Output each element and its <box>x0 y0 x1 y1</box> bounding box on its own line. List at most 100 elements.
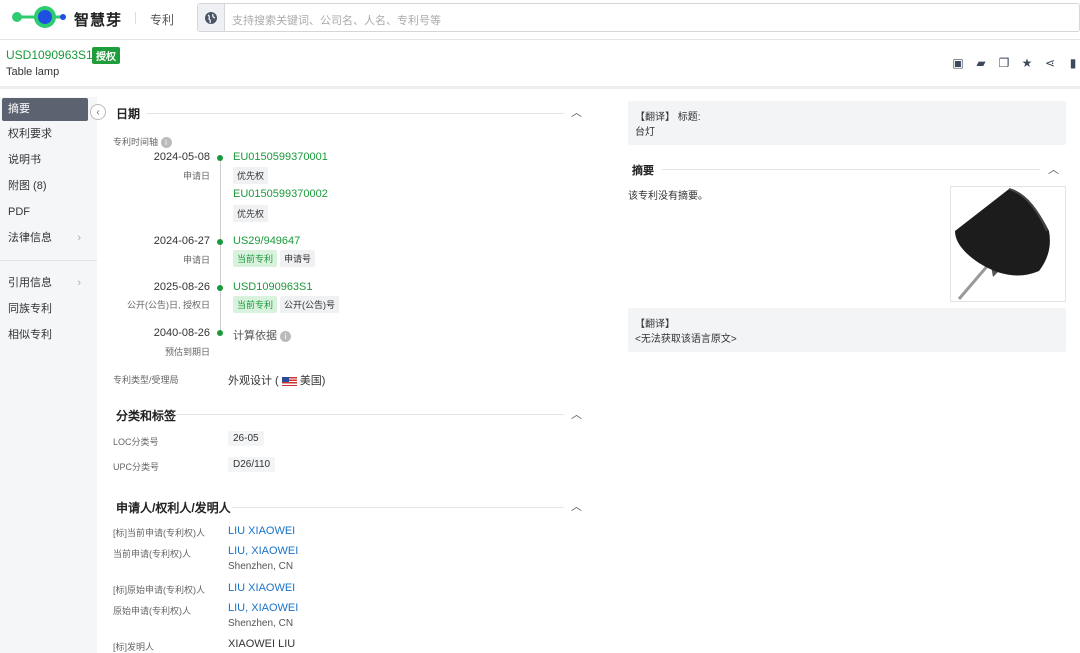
type-label: 专利类型/受理局 <box>113 375 179 385</box>
loc-label: LOC分类号 <box>113 437 159 447</box>
pdf-download-icon[interactable]: ▣ <box>951 56 965 70</box>
tag: 优先权 <box>233 167 269 184</box>
patent-link[interactable]: US29/949647 <box>233 235 300 247</box>
party-label: 原始申请(专利权)人 <box>113 606 191 616</box>
divider <box>0 260 97 261</box>
sidebar-item-drawings[interactable]: 附图 (8) <box>0 173 97 199</box>
party-label: [标]发明人 <box>113 642 155 652</box>
calc-basis: 计算依据 i <box>233 327 292 343</box>
timeline-dot <box>217 155 223 161</box>
timeline-dot <box>217 330 223 336</box>
tag: 申请号 <box>280 250 316 267</box>
party-location: Shenzhen, CN <box>228 618 294 629</box>
translated-title: 台灯 <box>635 127 655 138</box>
more-icon[interactable]: ▮ <box>1066 56 1080 70</box>
sidebar: 摘要 权利要求 说明书 附图 (8) PDF 法律信息 › 引用信息 › 同族专利 … <box>0 97 97 653</box>
chevron-up-icon[interactable]: ︿ <box>1048 161 1059 177</box>
party-label: [标]原始申请(专利权)人 <box>113 585 205 595</box>
translation-box: 【翻译】 <无法获取该语言原文> <box>628 308 1066 352</box>
patent-id: USD1090963S1 <box>6 48 93 62</box>
brand-name[interactable]: 智慧芽 <box>74 9 122 30</box>
patent-link[interactable]: EU0150599370001 <box>233 151 328 163</box>
label: 专利时间轴 <box>113 137 159 147</box>
timeline-dot <box>217 239 223 245</box>
us-flag-icon <box>281 376 297 386</box>
search-input[interactable]: 支持搜索关键词、公司名、人名、专利号等 <box>232 12 441 28</box>
search-box[interactable]: 支持搜索关键词、公司名、人名、专利号等 <box>197 3 1080 32</box>
party-link[interactable]: LIU XIAOWEI <box>228 582 295 594</box>
timeline-label: 专利时间轴 i <box>113 135 172 149</box>
star-icon[interactable]: ★ <box>1020 56 1034 70</box>
sidebar-item-legal[interactable]: 法律信息 › <box>0 225 97 251</box>
party-link[interactable]: LIU, XIAOWEI <box>228 545 298 557</box>
top-bar: 智慧芽 专利 支持搜索关键词、公司名、人名、专利号等 <box>0 0 1080 40</box>
party-link[interactable]: LIU, XIAOWEI <box>228 602 298 614</box>
party-label: [标]当前申请(专利权)人 <box>113 528 205 538</box>
event-date: 2025-08-26 <box>153 281 210 293</box>
collapse-sidebar-button[interactable]: ‹ <box>90 104 106 120</box>
sidebar-item-family[interactable]: 同族专利 <box>0 296 97 322</box>
party-label: 当前申请(专利权)人 <box>113 549 191 559</box>
label: 美国) <box>299 375 326 387</box>
tag-current: 当前专利 <box>233 250 278 267</box>
translation-text: <无法获取该语言原文> <box>635 334 737 345</box>
tag-current: 当前专利 <box>233 296 278 313</box>
chevron-right-icon: › <box>77 232 81 244</box>
info-icon[interactable]: i <box>280 330 292 342</box>
divider <box>232 507 564 508</box>
translation-label: 【翻译】 <box>635 319 675 330</box>
translation-label: 【翻译】 标题: <box>635 108 701 123</box>
chevron-up-icon[interactable]: ︿ <box>571 498 582 514</box>
timeline-line <box>220 160 221 335</box>
toolbar: ▣ ▰ ❐ ★ ⋖ ▮ <box>951 56 1080 70</box>
event-type: 申请日 <box>182 171 210 181</box>
translated-title-box: 【翻译】 标题: 台灯 <box>628 101 1066 145</box>
divider <box>0 86 1080 89</box>
label: 【翻译】 <box>635 112 675 123</box>
label: 计算依据 <box>233 330 277 342</box>
label: 引用信息 <box>8 277 52 289</box>
sidebar-item-abstract[interactable]: 摘要 <box>2 98 88 121</box>
timeline-dot <box>217 285 223 291</box>
section-title-parties: 申请人/权利人/发明人 <box>116 501 231 515</box>
event-type: 预估到期日 <box>164 347 210 357</box>
abstract-text: 该专利没有摘要。 <box>628 191 708 202</box>
copy-icon[interactable]: ❐ <box>997 56 1011 70</box>
chevron-right-icon: › <box>77 277 81 289</box>
divider <box>135 12 136 24</box>
sidebar-item-citations[interactable]: 引用信息 › <box>0 270 97 296</box>
section-title-abstract: 摘要 <box>632 165 654 177</box>
info-icon[interactable]: i <box>160 137 172 149</box>
divider <box>146 113 564 114</box>
sidebar-item-description[interactable]: 说明书 <box>0 147 97 173</box>
logo-icon[interactable] <box>12 6 68 28</box>
inventor-name: XIAOWEI LIU <box>228 638 296 650</box>
nav-patent[interactable]: 专利 <box>150 11 174 28</box>
event-date: 2024-05-08 <box>153 151 210 163</box>
globe-icon[interactable] <box>198 4 225 31</box>
patent-link[interactable]: EU0150599370002 <box>233 188 328 200</box>
event-date: 2024-06-27 <box>153 235 210 247</box>
divider <box>662 169 1040 170</box>
status-badge: 授权 <box>92 47 120 64</box>
upc-label: UPC分类号 <box>113 462 160 472</box>
sidebar-item-claims[interactable]: 权利要求 <box>0 121 97 147</box>
tag: 优先权 <box>233 205 269 222</box>
event-date: 2040-08-26 <box>153 327 210 339</box>
lamp-image <box>955 188 1050 300</box>
sidebar-item-similar[interactable]: 相似专利 <box>0 322 97 348</box>
party-link[interactable]: LIU XIAOWEI <box>228 525 295 537</box>
loc-value[interactable]: 26-05 <box>228 431 264 446</box>
share-icon[interactable]: ⋖ <box>1043 56 1057 70</box>
chevron-up-icon[interactable]: ︿ <box>571 104 582 120</box>
label: 标题: <box>677 112 701 123</box>
upc-value[interactable]: D26/110 <box>228 457 276 472</box>
type-value: 外观设计 (美国) <box>228 372 325 388</box>
patent-link[interactable]: USD1090963S1 <box>233 281 313 293</box>
folder-icon[interactable]: ▰ <box>974 56 988 70</box>
party-location: Shenzhen, CN <box>228 561 294 572</box>
section-title-dates: 日期 <box>116 107 141 121</box>
sidebar-item-pdf[interactable]: PDF <box>0 199 97 225</box>
patent-drawing-thumbnail[interactable] <box>950 186 1066 302</box>
chevron-up-icon[interactable]: ︿ <box>571 406 582 422</box>
